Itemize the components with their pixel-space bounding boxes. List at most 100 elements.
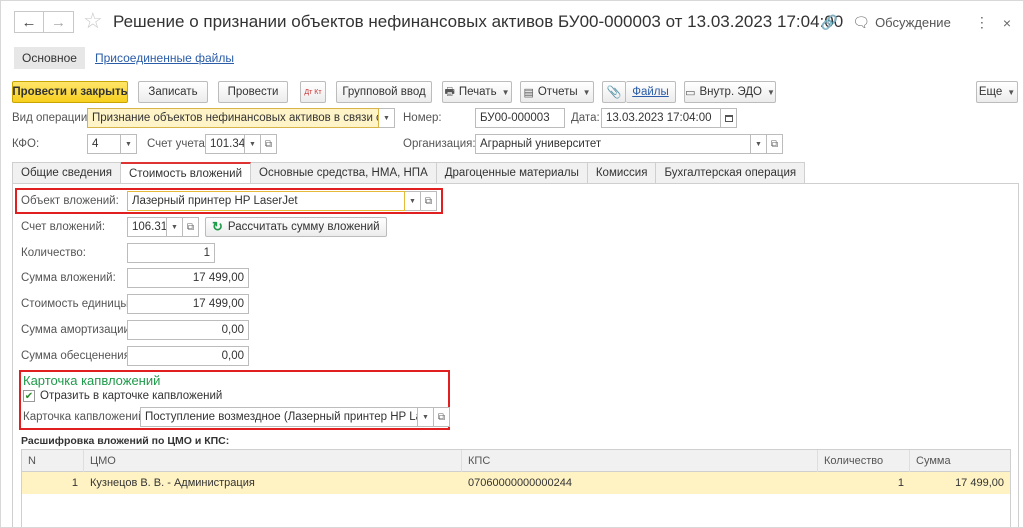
- impairment-label: Сумма обесценения:: [21, 350, 134, 362]
- column-header-quantity[interactable]: Количество: [818, 450, 910, 472]
- content-tabs: Общие сведения Стоимость вложений Основн…: [12, 162, 806, 185]
- print-button[interactable]: 🖶 Печать ▼: [442, 81, 512, 103]
- unit-cost-label: Стоимость единицы:: [21, 298, 132, 310]
- chevron-down-icon[interactable]: ▼: [167, 217, 183, 237]
- calendar-icon[interactable]: [721, 108, 737, 128]
- account-field[interactable]: 101.34: [205, 134, 245, 154]
- post-and-close-button[interactable]: Провести и закрыть: [12, 81, 128, 103]
- tab-investment-cost[interactable]: Стоимость вложений: [121, 162, 252, 185]
- chevron-down-icon[interactable]: ▼: [751, 134, 767, 154]
- column-header-kps[interactable]: КПС: [462, 450, 818, 472]
- date-field[interactable]: 13.03.2023 17:04:00: [601, 108, 721, 128]
- tab-fixed-assets[interactable]: Основные средства, НМА, НПА: [251, 162, 437, 184]
- date-label: Дата:: [571, 112, 600, 124]
- number-label: Номер:: [403, 112, 442, 124]
- open-icon[interactable]: ⧉: [261, 134, 277, 154]
- save-button[interactable]: Записать: [138, 81, 208, 103]
- close-icon[interactable]: ×: [1003, 15, 1011, 31]
- refresh-icon: ↻: [212, 219, 223, 234]
- operation-type-row: Вид операции: Признание объектов нефинан…: [12, 108, 395, 128]
- impairment-field[interactable]: 0,00: [127, 346, 249, 366]
- files-label: Файлы: [632, 86, 669, 98]
- printer-icon: 🖶: [444, 85, 455, 98]
- open-icon[interactable]: ⧉: [183, 217, 199, 237]
- discussion-label: Обсуждение: [875, 15, 951, 30]
- chevron-down-icon[interactable]: ▼: [121, 134, 137, 154]
- post-button[interactable]: Провести: [218, 81, 288, 103]
- object-label: Объект вложений:: [21, 195, 119, 207]
- nav-buttons: ← →: [14, 11, 74, 33]
- organization-field[interactable]: Аграрный университет: [475, 134, 751, 154]
- chevron-down-icon[interactable]: ▼: [245, 134, 261, 154]
- reflect-checkbox[interactable]: ✔: [23, 390, 35, 402]
- kfo-row: КФО: 4 ▼: [12, 134, 137, 154]
- impairment-row: Сумма обесценения: 0,00: [21, 346, 249, 366]
- open-icon[interactable]: ⧉: [767, 134, 783, 154]
- more-button[interactable]: Еще ▼: [976, 81, 1018, 103]
- cell-quantity: 1: [897, 477, 904, 489]
- internal-edo-button[interactable]: ▭ Внутр. ЭДО ▼: [684, 81, 776, 103]
- table-row[interactable]: 1 Кузнецов В. В. - Администрация 0706000…: [22, 472, 1010, 494]
- back-button[interactable]: ←: [14, 11, 44, 33]
- unit-cost-field[interactable]: 17 499,00: [127, 294, 249, 314]
- reflect-checkbox-row[interactable]: ✔ Отразить в карточке капвложений: [23, 390, 222, 402]
- link-icon[interactable]: 🔗: [821, 14, 838, 31]
- object-field[interactable]: Лазерный принтер HP LaserJet: [127, 191, 405, 211]
- favorite-star-icon[interactable]: ☆: [83, 8, 103, 34]
- column-header-cmo[interactable]: ЦМО: [84, 450, 462, 472]
- internal-edo-label: Внутр. ЭДО: [699, 86, 762, 98]
- chevron-down-icon[interactable]: ▼: [379, 108, 395, 128]
- capital-card-heading: Карточка капвложений: [23, 373, 161, 388]
- amortization-field[interactable]: 0,00: [127, 320, 249, 340]
- toolbar: Провести и закрыть Записать Провести Дт …: [12, 81, 1018, 103]
- quantity-field[interactable]: 1: [127, 243, 215, 263]
- investment-account-field[interactable]: 106.31: [127, 217, 167, 237]
- open-icon[interactable]: ⧉: [421, 191, 437, 211]
- reflect-label: Отразить в карточке капвложений: [40, 390, 223, 402]
- number-field[interactable]: БУ00-000003: [475, 108, 565, 128]
- chevron-down-icon[interactable]: ▼: [405, 191, 421, 211]
- tab-attached-files[interactable]: Присоединенные файлы: [95, 51, 234, 65]
- object-row: Объект вложений: Лазерный принтер HP Las…: [21, 191, 437, 211]
- reports-button[interactable]: ▤ Отчеты ▼: [520, 81, 594, 103]
- account-row: Счет учета: 101.34 ▼ ⧉: [147, 134, 277, 154]
- more-vertical-icon[interactable]: ⋮: [975, 14, 989, 31]
- column-header-n[interactable]: N: [22, 450, 84, 472]
- column-header-sum[interactable]: Сумма: [910, 450, 1010, 472]
- files-button[interactable]: Файлы: [626, 81, 676, 103]
- operation-type-field[interactable]: Признание объектов нефинансовых активов …: [87, 108, 379, 128]
- section-tabs: Основное Присоединенные файлы: [14, 46, 234, 70]
- number-row: Номер: БУ00-000003: [403, 108, 565, 128]
- calculate-sum-button[interactable]: ↻ Рассчитать сумму вложений: [205, 217, 387, 237]
- chevron-down-icon[interactable]: ▼: [418, 407, 434, 427]
- tab-general[interactable]: Общие сведения: [12, 162, 121, 184]
- chat-icon: 🗨: [852, 14, 871, 30]
- cell-sum: 17 499,00: [955, 477, 1004, 489]
- tab-precious-materials[interactable]: Драгоценные материалы: [436, 162, 588, 184]
- document-icon: ▭: [685, 86, 696, 99]
- tab-commission[interactable]: Комиссия: [587, 162, 657, 184]
- tab-main[interactable]: Основное: [14, 47, 85, 69]
- investment-account-row: Счет вложений: 106.31 ▼ ⧉ ↻ Рассчитать с…: [21, 217, 387, 237]
- discussion-button[interactable]: 🗨 Обсуждение: [852, 14, 951, 31]
- group-input-button[interactable]: Групповой ввод: [336, 81, 432, 103]
- title-bar: ← → ☆ Решение о признании объектов нефин…: [1, 1, 1023, 45]
- dt-kt-icon[interactable]: Дт Кт: [300, 81, 326, 103]
- quantity-label: Количество:: [21, 247, 86, 259]
- open-icon[interactable]: ⧉: [434, 407, 450, 427]
- tab-accounting-operation[interactable]: Бухгалтерская операция: [656, 162, 806, 184]
- page-title: Решение о признании объектов нефинансовы…: [113, 12, 844, 31]
- attach-button[interactable]: 📎: [602, 81, 626, 103]
- table-header: N ЦМО КПС Количество Сумма: [22, 450, 1010, 472]
- reports-label: Отчеты: [537, 86, 578, 98]
- forward-button[interactable]: →: [44, 11, 74, 33]
- breakdown-table: N ЦМО КПС Количество Сумма 1 Кузнецов В.…: [21, 449, 1011, 527]
- sum-field[interactable]: 17 499,00: [127, 268, 249, 288]
- capital-card-field[interactable]: Поступление возмездное (Лазерный принтер…: [140, 407, 418, 427]
- back-arrow-icon: ←: [21, 13, 37, 31]
- forward-arrow-icon: →: [51, 13, 66, 31]
- print-label: Печать: [458, 86, 497, 98]
- cell-kps: 07060000000000244: [468, 477, 573, 489]
- date-row: Дата: 13.03.2023 17:04:00: [571, 108, 737, 128]
- kfo-field[interactable]: 4: [87, 134, 121, 154]
